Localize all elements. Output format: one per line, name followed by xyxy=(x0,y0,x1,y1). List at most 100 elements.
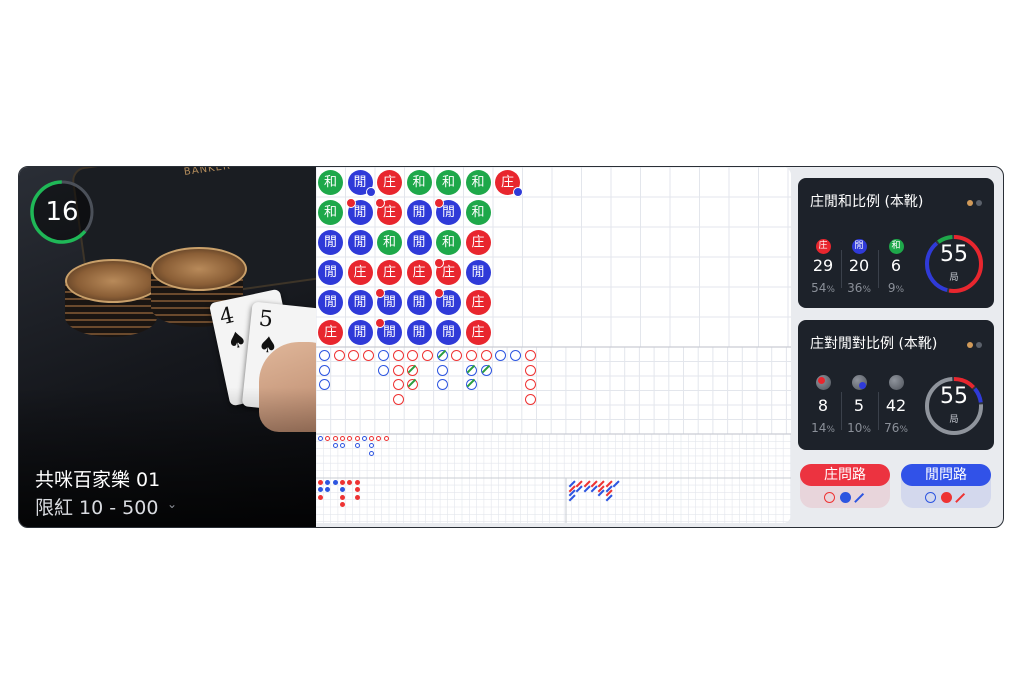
page-dot[interactable] xyxy=(976,342,982,348)
small-road-mark xyxy=(339,501,345,507)
big-road-mark xyxy=(436,349,448,361)
pagination-dots[interactable] xyxy=(964,333,982,352)
big-road-mark xyxy=(466,378,477,390)
bead-player: 閒 xyxy=(434,288,461,315)
pair-marker xyxy=(375,198,385,208)
big-eye-mark xyxy=(332,443,338,449)
player-predict-button[interactable]: 閒問路 xyxy=(901,464,991,508)
small-road-mark xyxy=(318,494,323,500)
banker-predict-label: 庄問路 xyxy=(800,464,890,486)
pair-marker xyxy=(345,198,356,208)
no-pair-count: 42 xyxy=(885,396,907,415)
stats-title: 庄閒和比例 (本靴) xyxy=(810,194,924,210)
big-eye-mark xyxy=(332,436,338,441)
pct-unit: % xyxy=(826,285,835,295)
big-road-mark xyxy=(377,350,389,361)
bead-tie: 和 xyxy=(436,230,461,255)
bead-tie: 和 xyxy=(406,170,432,195)
bead-player: 閒 xyxy=(375,288,402,315)
felt-label: BANKER xyxy=(183,167,232,179)
bead-banker: 庄 xyxy=(375,198,402,225)
big-eye-icon xyxy=(925,492,936,503)
rounds-total: 55 xyxy=(940,384,968,409)
predict-icons xyxy=(901,486,991,506)
banker-player-tie-stats: 庄閒和比例 (本靴) 庄 29 54% 閒 20 36% 和 6 9% 55 局 xyxy=(798,178,994,308)
bead-player: 閒 xyxy=(318,290,343,315)
baccarat-table-card[interactable]: BANKER 4 ♠ 5 ♠ 16 共咪百家樂 01 限紅 10 - 500 ⌄ xyxy=(18,166,1004,528)
pair-marker xyxy=(434,288,444,298)
banker-pct: 54 xyxy=(811,281,827,295)
banker-predict-button[interactable]: 庄問路 xyxy=(800,464,890,508)
bead-player: 閒 xyxy=(318,260,343,285)
pair-marker xyxy=(365,187,376,197)
big-road-mark xyxy=(524,350,536,361)
small-road-mark xyxy=(332,480,338,485)
pct-unit: % xyxy=(862,285,871,295)
big-road-mark xyxy=(524,379,536,390)
bead-player: 閒 xyxy=(347,290,373,315)
stat-no-pair: 42 76% xyxy=(879,375,913,435)
bead-banker: 庄 xyxy=(465,230,491,255)
chevron-down-icon[interactable]: ⌄ xyxy=(167,497,177,511)
tie-slash xyxy=(407,364,417,373)
big-road-mark xyxy=(319,364,330,376)
bead-player: 閒 xyxy=(406,200,432,225)
cockroach-icon xyxy=(955,492,965,503)
big-eye-mark xyxy=(339,436,345,441)
tie-slash xyxy=(407,378,417,388)
page-dot[interactable] xyxy=(976,200,982,206)
bead-player: 閒 xyxy=(465,260,491,285)
small-road-mark xyxy=(354,480,360,485)
page-dot[interactable] xyxy=(967,200,973,206)
big-road-mark xyxy=(480,364,492,376)
pagination-dots[interactable] xyxy=(964,191,982,210)
bead-player: 閒 xyxy=(436,320,461,345)
bead-player: 閒 xyxy=(318,230,343,255)
small-road-mark xyxy=(318,480,323,485)
pair-marker xyxy=(434,258,444,268)
player-count: 20 xyxy=(848,256,870,275)
player-pair-count: 5 xyxy=(853,396,865,415)
big-eye-mark xyxy=(361,436,367,441)
stat-player-pair: 5 10% xyxy=(842,375,876,435)
tie-slash xyxy=(466,364,476,373)
player-badge: 閒 xyxy=(851,239,867,254)
big-road-mark xyxy=(392,393,404,405)
pair-marker xyxy=(375,318,385,328)
bead-banker: 庄 xyxy=(377,170,402,195)
big-road-mark xyxy=(466,350,477,361)
big-road-mark xyxy=(319,379,330,390)
stat-player: 閒 20 36% xyxy=(842,233,876,295)
tie-count: 6 xyxy=(890,256,902,275)
big-road-mark xyxy=(436,364,448,376)
big-eye-mark xyxy=(318,436,323,441)
card-rank: 4 xyxy=(217,302,237,331)
pct-unit: % xyxy=(895,285,905,295)
pair-marker xyxy=(375,288,385,298)
player-pair-pct: 10 xyxy=(847,421,863,435)
big-road-mark xyxy=(466,364,477,376)
big-road-mark xyxy=(377,364,389,376)
card-rank: 5 xyxy=(257,306,275,333)
table-limit[interactable]: 限紅 10 - 500 xyxy=(35,493,158,520)
stat-tie: 和 6 9% xyxy=(879,233,913,295)
page-dot[interactable] xyxy=(967,342,973,348)
bead-tie: 和 xyxy=(465,170,491,195)
stat-banker-pair: 8 14% xyxy=(806,375,840,435)
pct-unit: % xyxy=(899,425,908,435)
bead-player: 閒 xyxy=(434,198,461,225)
big-road-mark xyxy=(392,350,404,361)
table-video-panel[interactable]: BANKER 4 ♠ 5 ♠ 16 共咪百家樂 01 限紅 10 - 500 ⌄ xyxy=(19,167,316,527)
tie-slash xyxy=(466,378,476,388)
bead-banker: 庄 xyxy=(495,170,523,197)
bead-banker: 庄 xyxy=(318,320,343,345)
banker-pair-count: 8 xyxy=(817,396,829,415)
no-pair-icon xyxy=(888,375,904,390)
player-pair-icon xyxy=(851,375,867,390)
stat-banker: 庄 29 54% xyxy=(806,233,840,295)
bead-tie: 和 xyxy=(318,200,343,225)
bead-banker: 庄 xyxy=(377,260,402,285)
small-road-mark xyxy=(339,480,345,485)
pct-unit: % xyxy=(826,425,835,435)
big-road-mark xyxy=(436,379,448,390)
